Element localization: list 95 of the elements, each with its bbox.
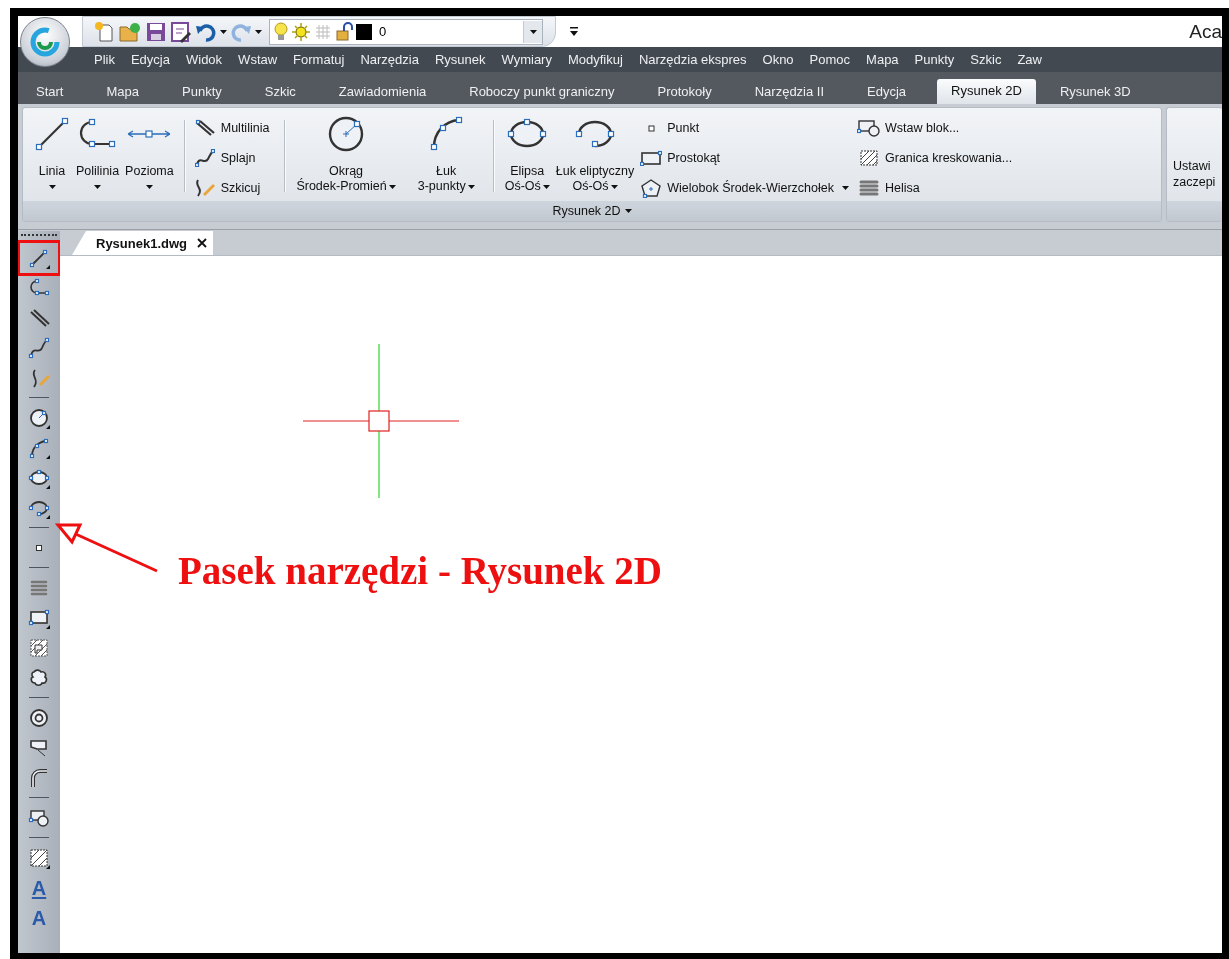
hatch-icon (858, 148, 880, 168)
window-title: Aca (1189, 20, 1222, 43)
horizontal-line-icon (126, 129, 173, 139)
ribbon-tab[interactable]: Rysunek 2D (937, 79, 1036, 104)
ribbon-button[interactable]: Wielobok Środek-Wierzchołek (639, 175, 849, 201)
ribbon-button[interactable]: Okrąg Środek-Promień (293, 112, 399, 194)
ellipse-icon (28, 467, 50, 489)
color-swatch-icon (356, 23, 372, 40)
undo-dropdown-icon (220, 29, 227, 34)
ribbon-button[interactable]: Punkt (639, 115, 849, 141)
menu-item[interactable]: Formatuj (285, 52, 353, 67)
ribbon-tab[interactable]: Zawiadomienia (326, 79, 439, 104)
point-icon (36, 545, 42, 551)
menu-item[interactable]: Wstaw (230, 52, 286, 67)
app-logo-icon (30, 27, 60, 57)
point-icon (647, 124, 655, 132)
sun-icon (291, 21, 311, 42)
ribbon-button[interactable]: Splajn (192, 145, 270, 171)
menu-item[interactable]: Edycja (122, 52, 178, 67)
hatch-icon (28, 847, 50, 869)
panel-title[interactable]: Rysunek 2D (552, 204, 632, 218)
ribbon-tab[interactable]: Start (24, 79, 76, 104)
menu-item[interactable]: Wymiary (493, 52, 560, 67)
menu-item[interactable]: Rysunek (426, 52, 494, 67)
padlock-icon (335, 21, 353, 42)
ribbon-tab[interactable]: Szkic (252, 79, 308, 104)
redo-dropdown-icon (255, 29, 262, 34)
spline-icon (28, 337, 50, 359)
ribbon-button[interactable]: Łuk eliptyczny Oś-Oś (552, 112, 638, 194)
save-icon (145, 20, 167, 43)
insert-block-icon (28, 807, 50, 829)
application-button[interactable] (20, 17, 70, 67)
spline-icon (194, 149, 215, 167)
new-file-icon (93, 20, 115, 43)
ribbon-button[interactable]: Pozioma (122, 112, 177, 194)
undo-icon (195, 21, 217, 42)
panel-title-bar (1167, 201, 1222, 221)
sketch-pencil-icon (193, 178, 216, 198)
save-as-icon (170, 20, 192, 43)
ribbon-tab[interactable]: Narzędzia II (742, 79, 837, 104)
document-tab[interactable]: Rysunek1.dwg (72, 231, 214, 255)
ribbon-tab[interactable]: Rysunek 3D (1047, 79, 1143, 104)
ribbon-button[interactable]: Łuk 3-punkty (414, 112, 478, 194)
pentagon-icon (640, 178, 663, 198)
menu-item[interactable]: Narzędzia ekspres (630, 52, 755, 67)
ribbon-button[interactable]: Polilinia (73, 112, 123, 194)
menu-item[interactable]: Szkic (962, 52, 1010, 67)
ribbon-tab[interactable]: Mapa (94, 79, 151, 104)
multiline-icon (194, 119, 215, 137)
layer-name: 0 (378, 24, 388, 39)
arc-icon (428, 115, 465, 153)
ribbon-button[interactable]: Prostokąt (639, 145, 849, 171)
ribbon-button[interactable]: Granica kreskowania... (857, 145, 1013, 171)
fillet-icon (28, 767, 50, 789)
customize-toolbar-icon (570, 26, 578, 37)
menu-item[interactable]: Widok (178, 52, 231, 67)
menu-item[interactable]: Narzędzia (352, 52, 427, 67)
annotation-label: Pasek narzędzi - Rysunek 2D (178, 548, 662, 593)
dropdown-caret-icon (529, 29, 537, 34)
light-bulb-icon (274, 21, 288, 42)
ribbon-tab[interactable]: Punkty (170, 79, 234, 104)
ribbon-tab[interactable]: Protokoły (645, 79, 724, 104)
leader-icon (28, 737, 50, 759)
ribbon-tab[interactable]: Roboczy punkt graniczny (457, 79, 627, 104)
ribbon-button[interactable]: Ustawi zaczepi (1173, 158, 1216, 190)
ribbon-button[interactable]: Szkicuj (192, 175, 270, 201)
grid-icon (314, 22, 332, 41)
menu-item[interactable]: Zaw (1009, 52, 1050, 67)
menu-item[interactable]: Pomoc (801, 52, 859, 67)
hatch-icon (28, 637, 50, 659)
rectangle-icon (640, 150, 663, 166)
open-folder-icon (118, 20, 142, 43)
circle-icon (28, 407, 50, 429)
menu-item[interactable]: Plik (86, 52, 123, 67)
layer-dropdown[interactable]: 0 (269, 18, 543, 45)
multiline-icon (28, 307, 50, 329)
menu-item[interactable]: Mapa (858, 52, 907, 67)
donut-icon (28, 707, 50, 729)
ribbon-button[interactable]: Elipsa Oś-Oś (501, 112, 553, 194)
redo-icon (230, 21, 252, 42)
menu-item[interactable]: Okno (754, 52, 802, 67)
ribbon-button[interactable]: Multilinia (192, 115, 270, 141)
cloud-icon (28, 667, 50, 689)
line-icon (28, 247, 50, 269)
ribbon-tab[interactable]: Edycja (855, 79, 919, 104)
line-icon (34, 116, 70, 152)
helix-icon (858, 178, 880, 198)
ribbon-button[interactable]: Wstaw blok... (857, 115, 1013, 141)
ribbon-button[interactable]: Linia (31, 112, 73, 194)
rectangle-icon (28, 607, 50, 629)
arc-icon (28, 437, 50, 459)
insert-block-icon (857, 119, 881, 137)
ribbon-button[interactable]: Helisa (857, 175, 1013, 201)
menu-item[interactable]: Punkty (906, 52, 963, 67)
menu-item[interactable]: Modyfikuj (559, 52, 631, 67)
